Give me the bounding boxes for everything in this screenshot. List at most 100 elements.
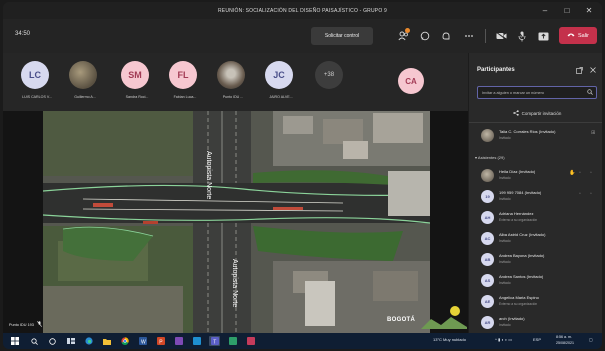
participant-role: Invitado bbox=[499, 136, 511, 140]
participant-name: Talia C. Corrales Rios (Invitado) bbox=[499, 129, 556, 134]
app-icon[interactable] bbox=[227, 336, 238, 346]
minimize-button[interactable]: – bbox=[534, 6, 556, 15]
participant-tile[interactable]: JC JAIRO ALVE... bbox=[259, 59, 303, 109]
attendees-header[interactable]: ▾ Asistentes (29) bbox=[475, 155, 505, 160]
list-item[interactable]: AC Alba Astrid Cruz (Invitado) Invitado bbox=[469, 229, 602, 249]
more-participants-tile[interactable]: +38 bbox=[309, 59, 353, 109]
participant-tile[interactable]: SM Sandra Roci... bbox=[115, 59, 159, 109]
share-invite-icon bbox=[512, 109, 519, 117]
participant-role: Invitado bbox=[499, 176, 511, 180]
window-controls: – □ ✕ bbox=[534, 2, 600, 19]
svg-text:W: W bbox=[141, 339, 146, 345]
participant-tile[interactable]: Guillermo A... bbox=[63, 59, 107, 109]
language-indicator[interactable]: ESP bbox=[533, 337, 541, 342]
list-item[interactable]: Heila Díaz (Invitado) Invitado ✋ ▫ ▫ bbox=[469, 166, 602, 186]
task-view-icon[interactable] bbox=[47, 336, 58, 346]
more-count: +38 bbox=[315, 61, 343, 89]
participant-name: Fabian Luca... bbox=[173, 95, 197, 99]
share-icon[interactable] bbox=[535, 28, 551, 44]
aerial-map-image: Autopista Norte Autopista Norte bbox=[42, 111, 431, 333]
start-icon[interactable] bbox=[9, 336, 20, 346]
participant-role: Externo a su organización bbox=[499, 302, 538, 306]
close-button[interactable]: ✕ bbox=[578, 6, 600, 15]
avatar-photo bbox=[217, 61, 245, 89]
participant-name: LUIS CARLOS V... bbox=[22, 95, 52, 99]
participant-name: Guillermo A... bbox=[74, 95, 96, 99]
weather-status[interactable]: 13°C Muy nublado bbox=[433, 337, 466, 342]
participant-role: Invitado bbox=[499, 260, 511, 264]
participant-name: Andrea Santos (Invitado) bbox=[499, 274, 544, 279]
avatar: FL bbox=[169, 61, 197, 89]
participant-name: Adriana Hernández bbox=[499, 211, 534, 216]
participant-name: JAIRO ALVE... bbox=[269, 95, 293, 99]
list-item[interactable]: Talia C. Corrales Rios (Invitado) Invita… bbox=[469, 126, 602, 146]
clock-date[interactable]: 25/08/2021 bbox=[556, 341, 574, 345]
participant-name: Sandra Roci... bbox=[125, 95, 149, 99]
avatar: LC bbox=[21, 61, 49, 89]
self-avatar: CA bbox=[398, 68, 424, 94]
shared-screen: Autopista Norte Autopista Norte BOGOTÁ P… bbox=[3, 111, 468, 333]
invite-search-input[interactable]: Invitar a alguien o marcar un número bbox=[477, 86, 597, 99]
list-item[interactable]: 19 199 959 7084 (Invitado) Invitado ▫ ▫ bbox=[469, 187, 602, 207]
admit-icon[interactable]: ⊞ bbox=[591, 130, 595, 136]
list-item[interactable]: AH Adriana Hernández Externo a su organi… bbox=[469, 208, 602, 228]
participant-name: Alba Astrid Cruz (Invitado) bbox=[499, 232, 546, 237]
meeting-timer: 34:50 bbox=[15, 31, 31, 37]
camera-off-icon: ▫ bbox=[579, 191, 581, 197]
participant-tile[interactable]: Punto IDU ... bbox=[211, 59, 255, 109]
participant-avatar: AC bbox=[481, 232, 494, 245]
participant-strip: LC LUIS CARLOS V... Guillermo A... SM Sa… bbox=[3, 53, 468, 111]
app-icon[interactable] bbox=[191, 336, 202, 346]
participant-tile[interactable]: FL Fabian Luca... bbox=[163, 59, 207, 109]
participant-avatar bbox=[481, 129, 494, 142]
participant-role: Invitado bbox=[499, 239, 511, 243]
participant-avatar bbox=[481, 169, 494, 182]
teams-icon[interactable]: T bbox=[209, 336, 220, 346]
edge-icon[interactable] bbox=[83, 336, 94, 346]
search-placeholder: Invitar a alguien o marcar un número bbox=[482, 90, 545, 95]
chrome-icon[interactable] bbox=[119, 336, 130, 346]
participant-name: Heila Díaz (Invitado) bbox=[499, 169, 536, 174]
search-icon[interactable] bbox=[29, 336, 40, 346]
share-invite-button[interactable]: Compartir invitación bbox=[489, 107, 585, 119]
app-icon[interactable] bbox=[173, 336, 184, 346]
participant-role: Invitado bbox=[499, 197, 511, 201]
close-panel-icon[interactable] bbox=[590, 67, 596, 75]
explorer-icon[interactable] bbox=[101, 336, 112, 346]
title-bar: REUNIÓN: SOCIALIZACIÓN DEL DISEÑO PAISAJ… bbox=[3, 2, 602, 19]
participant-name: Punto IDU ... bbox=[222, 95, 244, 99]
microphone-icon[interactable] bbox=[514, 28, 530, 44]
participant-avatar: AR bbox=[481, 316, 494, 329]
mic-off-icon bbox=[36, 321, 42, 328]
chat-icon[interactable] bbox=[417, 28, 433, 44]
list-item[interactable]: AB Andrea Bayona (Invitado) Invitado bbox=[469, 250, 602, 270]
list-item[interactable]: AS Andrea Santos (Invitado) Invitado bbox=[469, 271, 602, 291]
participants-icon[interactable] bbox=[395, 28, 411, 44]
more-icon[interactable] bbox=[461, 28, 477, 44]
list-item[interactable]: AE Angelica Maria Espino Externo a su or… bbox=[469, 292, 602, 312]
reactions-icon[interactable] bbox=[438, 28, 454, 44]
maximize-button[interactable]: □ bbox=[556, 6, 578, 15]
presenter-video bbox=[421, 301, 467, 329]
notifications-icon[interactable]: ▢ bbox=[589, 337, 593, 342]
camera-icon[interactable] bbox=[493, 28, 509, 44]
map-road-label: Autopista Norte bbox=[205, 151, 212, 199]
widgets-icon[interactable] bbox=[65, 336, 76, 346]
app-icon[interactable] bbox=[245, 336, 256, 346]
self-tile[interactable]: CA bbox=[398, 68, 428, 98]
clock-time[interactable]: 8:56 a. m. bbox=[556, 335, 572, 339]
word-icon[interactable]: W bbox=[137, 336, 148, 346]
system-tray-icons[interactable]: ^ ▮ ◖ ◗ ▭ bbox=[495, 337, 512, 342]
participant-tile[interactable]: LC LUIS CARLOS V... bbox=[15, 59, 59, 109]
participant-name: arch (Invitado) bbox=[499, 316, 525, 321]
powerpoint-icon[interactable]: P bbox=[155, 336, 166, 346]
camera-off-icon: ▫ bbox=[579, 170, 581, 176]
search-icon bbox=[587, 89, 593, 97]
list-item[interactable]: AR arch (Invitado) Invitado bbox=[469, 313, 602, 333]
participant-avatar: AH bbox=[481, 211, 494, 224]
request-control-button[interactable]: Solicitar control bbox=[311, 27, 373, 45]
notification-badge bbox=[405, 28, 410, 33]
pop-out-icon[interactable] bbox=[576, 67, 583, 76]
leave-label: Salir bbox=[577, 32, 589, 39]
leave-button[interactable]: Salir bbox=[559, 27, 597, 44]
